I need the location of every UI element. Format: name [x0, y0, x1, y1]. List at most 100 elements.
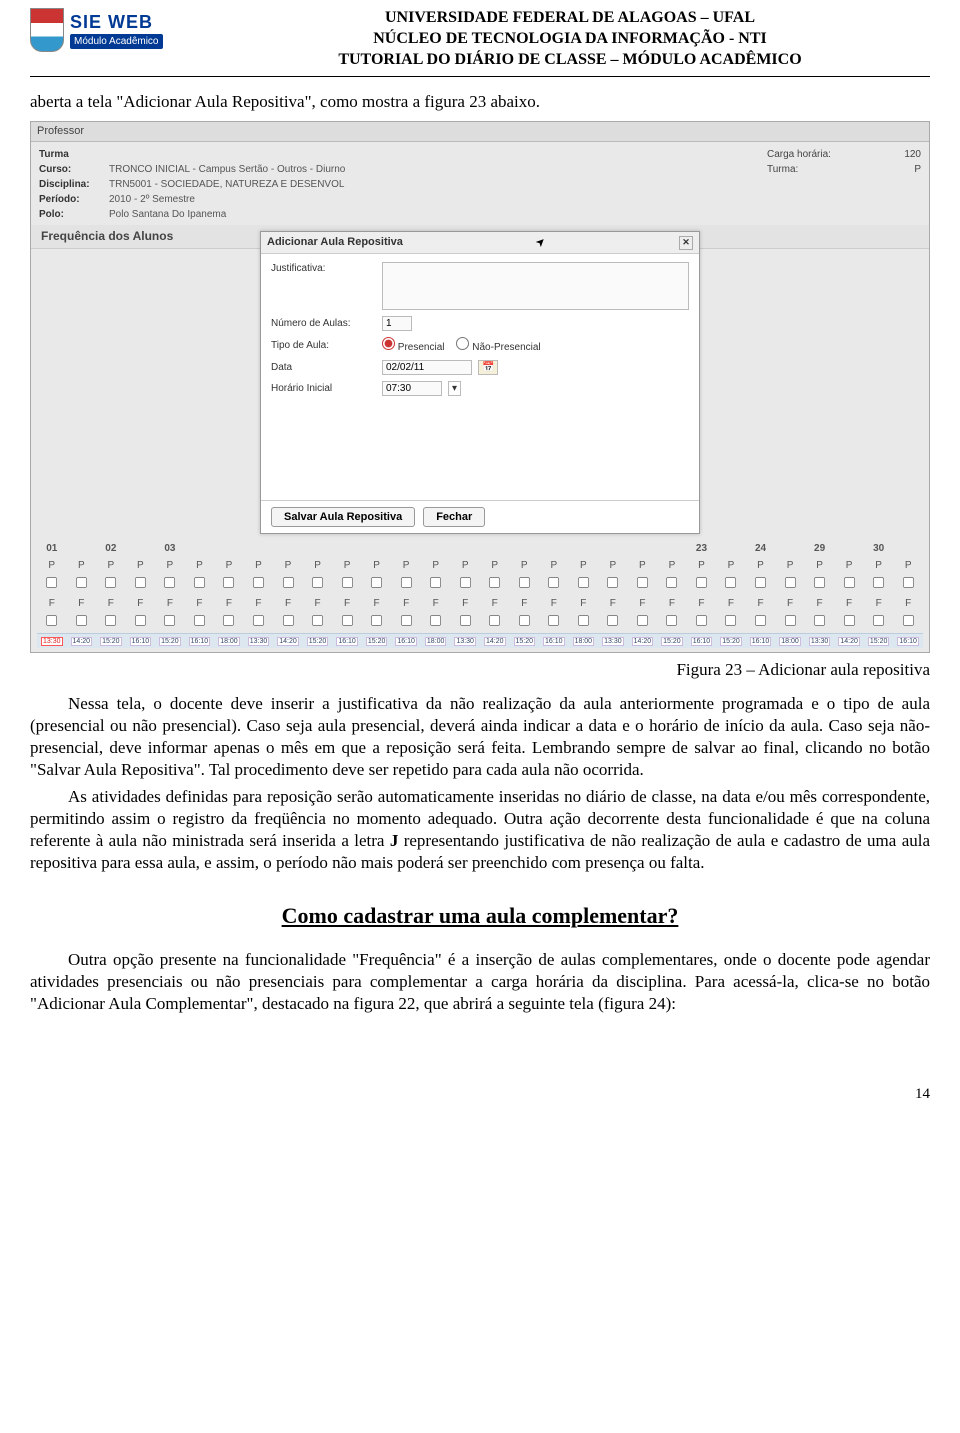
attendance-checkbox[interactable] [135, 577, 146, 588]
attendance-checkbox[interactable] [785, 615, 796, 626]
attendance-checkbox[interactable] [253, 615, 264, 626]
grid-f-cell: F [569, 595, 599, 612]
attendance-checkbox[interactable] [164, 615, 175, 626]
attendance-checkbox[interactable] [578, 577, 589, 588]
attendance-checkbox[interactable] [401, 615, 412, 626]
grid-header-cell [510, 540, 540, 557]
salvar-aula-repositiva-button[interactable]: Salvar Aula Repositiva [271, 507, 415, 527]
attendance-checkbox[interactable] [607, 577, 618, 588]
attendance-checkbox[interactable] [755, 577, 766, 588]
attendance-checkbox[interactable] [696, 615, 707, 626]
attendance-checkbox[interactable] [282, 577, 293, 588]
grid-f-cell: F [805, 595, 835, 612]
numero-aulas-input[interactable] [382, 316, 412, 331]
attendance-checkbox[interactable] [814, 615, 825, 626]
attendance-checkbox[interactable] [76, 577, 87, 588]
attendance-checkbox[interactable] [844, 577, 855, 588]
data-input[interactable] [382, 360, 472, 375]
grid-f-cell: F [37, 595, 67, 612]
attendance-checkbox[interactable] [194, 577, 205, 588]
attendance-checkbox[interactable] [194, 615, 205, 626]
fechar-button[interactable]: Fechar [423, 507, 485, 527]
grid-time-cell: 15:20 [864, 634, 894, 648]
grid-checkbox-cell [67, 574, 97, 595]
attendance-checkbox[interactable] [342, 577, 353, 588]
attendance-checkbox[interactable] [342, 615, 353, 626]
grid-f-cell: F [67, 595, 97, 612]
grid-p-cell: P [155, 557, 185, 574]
grid-checkbox-cell [628, 612, 658, 633]
attendance-checkbox[interactable] [460, 615, 471, 626]
attendance-checkbox[interactable] [903, 577, 914, 588]
radio-nao-presencial[interactable]: Não-Presencial [456, 337, 540, 354]
attendance-checkbox[interactable] [725, 615, 736, 626]
grid-checkbox-cell [421, 574, 451, 595]
attendance-checkbox[interactable] [105, 577, 116, 588]
attendance-checkbox[interactable] [548, 615, 559, 626]
grid-header-cell [657, 540, 687, 557]
attendance-checkbox[interactable] [223, 615, 234, 626]
grid-p-cell: P [362, 557, 392, 574]
grid-p-cell: P [539, 557, 569, 574]
attendance-checkbox[interactable] [666, 577, 677, 588]
grid-checkbox-cell [480, 612, 510, 633]
page-header: SIE WEB Módulo Acadêmico UNIVERSIDADE FE… [30, 0, 930, 77]
attendance-checkbox[interactable] [46, 577, 57, 588]
attendance-checkbox[interactable] [253, 577, 264, 588]
attendance-checkbox[interactable] [135, 615, 146, 626]
attendance-checkbox[interactable] [46, 615, 57, 626]
attendance-checkbox[interactable] [164, 577, 175, 588]
grid-time-cell: 15:20 [716, 634, 746, 648]
attendance-checkbox[interactable] [873, 577, 884, 588]
grid-checkbox-cell [687, 574, 717, 595]
attendance-checkbox[interactable] [401, 577, 412, 588]
attendance-checkbox[interactable] [519, 615, 530, 626]
attendance-checkbox[interactable] [489, 577, 500, 588]
modal-close-button[interactable]: ✕ [679, 236, 693, 250]
grid-time-cell: 13:30 [805, 634, 835, 648]
radio-presencial[interactable]: Presencial [382, 337, 444, 354]
grid-checkbox-row-2 [37, 612, 923, 633]
attendance-checkbox[interactable] [430, 615, 441, 626]
horario-inicial-input[interactable] [382, 381, 442, 396]
ss-tab-professor[interactable]: Professor [31, 122, 929, 141]
attendance-checkbox[interactable] [312, 615, 323, 626]
attendance-checkbox[interactable] [814, 577, 825, 588]
attendance-checkbox[interactable] [76, 615, 87, 626]
dropdown-icon[interactable]: ▾ [448, 381, 461, 396]
attendance-checkbox[interactable] [844, 615, 855, 626]
attendance-checkbox[interactable] [312, 577, 323, 588]
grid-header-cell [716, 540, 746, 557]
attendance-checkbox[interactable] [548, 577, 559, 588]
attendance-checkbox[interactable] [785, 577, 796, 588]
attendance-checkbox[interactable] [105, 615, 116, 626]
attendance-checkbox[interactable] [607, 615, 618, 626]
attendance-checkbox[interactable] [519, 577, 530, 588]
header-titles: UNIVERSIDADE FEDERAL DE ALAGOAS – UFAL N… [210, 8, 930, 70]
attendance-checkbox[interactable] [637, 577, 648, 588]
attendance-checkbox[interactable] [696, 577, 707, 588]
grid-time-cell: 16:10 [126, 634, 156, 648]
attendance-checkbox[interactable] [903, 615, 914, 626]
grid-p-cell: P [214, 557, 244, 574]
attendance-checkbox[interactable] [282, 615, 293, 626]
attendance-checkbox[interactable] [371, 577, 382, 588]
attendance-checkbox[interactable] [430, 577, 441, 588]
attendance-checkbox[interactable] [755, 615, 766, 626]
attendance-checkbox[interactable] [578, 615, 589, 626]
attendance-checkbox[interactable] [489, 615, 500, 626]
attendance-checkbox[interactable] [873, 615, 884, 626]
calendar-icon[interactable]: 📅 [478, 360, 498, 375]
grid-header-cell [480, 540, 510, 557]
header-line-1: UNIVERSIDADE FEDERAL DE ALAGOAS – UFAL [210, 8, 930, 29]
justificativa-input[interactable] [382, 262, 689, 310]
grid-header-cell [126, 540, 156, 557]
attendance-checkbox[interactable] [637, 615, 648, 626]
attendance-checkbox[interactable] [223, 577, 234, 588]
attendance-checkbox[interactable] [725, 577, 736, 588]
attendance-checkbox[interactable] [666, 615, 677, 626]
attendance-checkbox[interactable] [371, 615, 382, 626]
grid-checkbox-cell [362, 612, 392, 633]
grid-p-cell: P [421, 557, 451, 574]
attendance-checkbox[interactable] [460, 577, 471, 588]
